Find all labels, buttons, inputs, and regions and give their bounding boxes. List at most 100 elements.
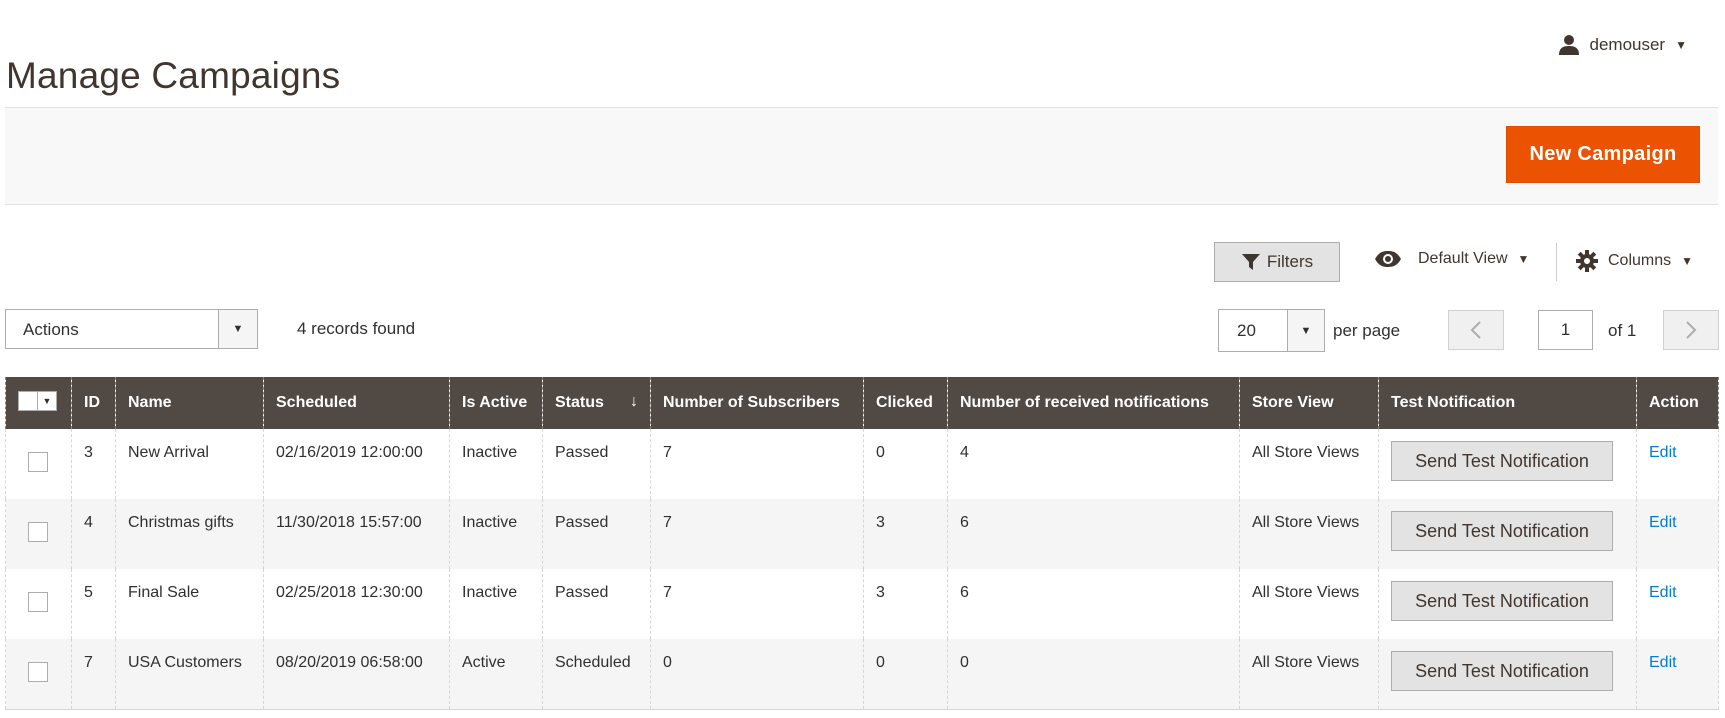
cell-scheduled: 11/30/2018 15:57:00: [263, 499, 450, 569]
filters-label: Filters: [1266, 252, 1314, 271]
cell-store-view: All Store Views: [1239, 569, 1379, 639]
view-label: Default View: [1418, 250, 1508, 267]
filters-button[interactable]: Filters: [1214, 242, 1340, 282]
edit-link[interactable]: Edit: [1649, 654, 1677, 671]
send-test-notification-button[interactable]: Send Test Notification: [1391, 581, 1613, 621]
cell-status: Scheduled: [542, 639, 651, 710]
mass-select-header[interactable]: ▼: [5, 377, 72, 429]
campaigns-grid: ▼ ID Name Scheduled Is Active Status ↓ N…: [5, 377, 1719, 710]
cell-store-view: All Store Views: [1239, 639, 1379, 710]
edit-link[interactable]: Edit: [1649, 584, 1677, 601]
table-row: 7 USA Customers 08/20/2019 06:58:00 Acti…: [5, 639, 1719, 710]
chevron-left-icon: [1470, 321, 1481, 339]
cell-subscribers: 7: [650, 499, 864, 569]
page-number-input[interactable]: [1538, 310, 1593, 350]
username: demouser: [1589, 35, 1666, 54]
records-found: 4 records found: [297, 319, 416, 338]
column-header-scheduled[interactable]: Scheduled: [263, 377, 450, 429]
cell-scheduled: 02/25/2018 12:30:00: [263, 569, 450, 639]
cell-store-view: All Store Views: [1239, 499, 1379, 569]
row-checkbox-cell[interactable]: [5, 569, 72, 639]
send-test-notification-button[interactable]: Send Test Notification: [1391, 441, 1613, 481]
toolbar-divider: [1556, 243, 1557, 281]
chevron-down-icon: ▼: [37, 392, 56, 410]
row-checkbox[interactable]: [28, 522, 48, 542]
cell-name: USA Customers: [115, 639, 264, 710]
cell-received: 4: [947, 429, 1240, 499]
user-account-menu[interactable]: demouser ▼: [1558, 34, 1687, 56]
chevron-down-icon: ▼: [1287, 310, 1324, 351]
cell-test-notification: Send Test Notification: [1378, 499, 1637, 569]
column-header-id[interactable]: ID: [71, 377, 116, 429]
cell-scheduled: 08/20/2019 06:58:00: [263, 639, 450, 710]
row-checkbox-cell[interactable]: [5, 499, 72, 569]
funnel-icon: [1241, 254, 1260, 270]
table-row: 5 Final Sale 02/25/2018 12:30:00 Inactiv…: [5, 569, 1719, 639]
edit-link[interactable]: Edit: [1649, 514, 1677, 531]
per-page-select[interactable]: 20 ▼: [1218, 309, 1325, 352]
cell-received: 6: [947, 569, 1240, 639]
row-checkbox-cell[interactable]: [5, 429, 72, 499]
cell-subscribers: 0: [650, 639, 864, 710]
previous-page-button[interactable]: [1448, 310, 1504, 350]
cell-is-active: Inactive: [449, 569, 543, 639]
cell-name: Final Sale: [115, 569, 264, 639]
cell-id: 5: [71, 569, 116, 639]
column-header-status[interactable]: Status ↓: [542, 377, 651, 429]
cell-is-active: Active: [449, 639, 543, 710]
columns-control[interactable]: Columns ▼: [1576, 250, 1693, 272]
cell-test-notification: Send Test Notification: [1378, 569, 1637, 639]
cell-received: 6: [947, 499, 1240, 569]
eye-icon: [1375, 251, 1401, 267]
cell-received: 0: [947, 639, 1240, 710]
cell-subscribers: 7: [650, 569, 864, 639]
column-header-action: Action: [1636, 377, 1719, 429]
grid-header-row: ▼ ID Name Scheduled Is Active Status ↓ N…: [5, 377, 1719, 429]
column-header-test-notification: Test Notification: [1378, 377, 1637, 429]
column-header-clicked[interactable]: Clicked: [863, 377, 948, 429]
send-test-notification-button[interactable]: Send Test Notification: [1391, 651, 1613, 691]
column-header-subscribers[interactable]: Number of Subscribers: [650, 377, 864, 429]
column-header-store-view[interactable]: Store View: [1239, 377, 1379, 429]
row-checkbox[interactable]: [28, 662, 48, 682]
columns-label: Columns: [1608, 252, 1672, 269]
cell-clicked: 0: [863, 639, 948, 710]
next-page-button[interactable]: [1663, 310, 1719, 350]
chevron-down-icon: ▼: [1517, 252, 1530, 266]
cell-action: Edit: [1636, 499, 1719, 569]
actions-label: Actions: [23, 320, 79, 339]
chevron-down-icon: ▼: [1675, 38, 1687, 52]
mass-select-checkbox[interactable]: ▼: [18, 391, 57, 411]
cell-is-active: Inactive: [449, 429, 543, 499]
row-checkbox[interactable]: [28, 452, 48, 472]
cell-test-notification: Send Test Notification: [1378, 429, 1637, 499]
gear-icon: [1576, 250, 1598, 272]
page-count: of 1: [1608, 321, 1637, 340]
cell-action: Edit: [1636, 429, 1719, 499]
default-view-switcher[interactable]: Default View ▼: [1374, 250, 1529, 268]
page-actions-bar: New Campaign: [5, 107, 1718, 205]
column-header-received[interactable]: Number of received notifications: [947, 377, 1240, 429]
chevron-right-icon: [1686, 321, 1697, 339]
cell-store-view: All Store Views: [1239, 429, 1379, 499]
cell-clicked: 0: [863, 429, 948, 499]
edit-link[interactable]: Edit: [1649, 444, 1677, 461]
cell-subscribers: 7: [650, 429, 864, 499]
cell-clicked: 3: [863, 499, 948, 569]
mass-actions-select[interactable]: Actions ▼: [5, 309, 258, 349]
cell-action: Edit: [1636, 569, 1719, 639]
row-checkbox[interactable]: [28, 592, 48, 612]
column-header-status-label: Status: [555, 394, 604, 411]
row-checkbox-cell[interactable]: [5, 639, 72, 710]
chevron-down-icon: ▼: [1681, 254, 1694, 268]
chevron-down-icon: ▼: [218, 310, 257, 348]
table-row: 4 Christmas gifts 11/30/2018 15:57:00 In…: [5, 499, 1719, 569]
cell-status: Passed: [542, 569, 651, 639]
cell-name: Christmas gifts: [115, 499, 264, 569]
new-campaign-button[interactable]: New Campaign: [1506, 126, 1700, 183]
column-header-is-active[interactable]: Is Active: [449, 377, 543, 429]
cell-clicked: 3: [863, 569, 948, 639]
cell-name: New Arrival: [115, 429, 264, 499]
send-test-notification-button[interactable]: Send Test Notification: [1391, 511, 1613, 551]
column-header-name[interactable]: Name: [115, 377, 264, 429]
